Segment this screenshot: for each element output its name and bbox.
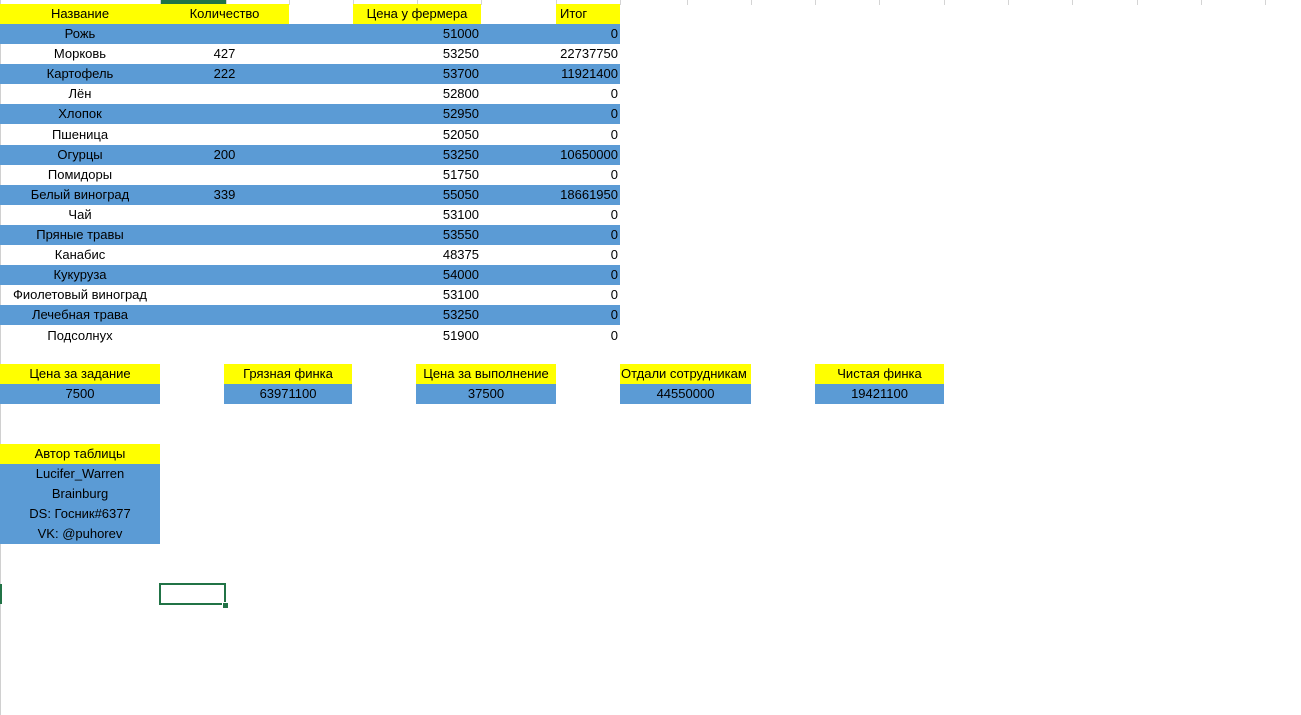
active-cell-selection[interactable] [159,583,226,605]
row-total-cell[interactable]: 10650000 [481,145,620,165]
row-total-cell[interactable]: 0 [481,265,620,285]
row-quantity-cell[interactable] [160,125,289,145]
header-quantity[interactable]: Количество [160,4,289,24]
row-quantity-cell[interactable]: 339 [160,185,289,205]
row-quantity-cell[interactable]: 200 [160,145,289,165]
row-name-cell[interactable]: Подсолнух [0,326,160,346]
column-gridline [1201,0,1202,5]
row-quantity-cell[interactable] [160,305,289,325]
row-total-cell[interactable]: 0 [481,104,620,124]
gross-value[interactable]: 63971100 [224,384,352,404]
row-price-cell[interactable]: 53250 [353,305,481,325]
row-quantity-cell[interactable] [160,326,289,346]
row-quantity-cell[interactable] [160,165,289,185]
author-line-3[interactable]: DS: Госник#6377 [0,504,160,524]
row-total-cell[interactable]: 0 [481,245,620,265]
column-gridline [1137,0,1138,5]
exec-price-label[interactable]: Цена за выполнение [416,364,556,384]
row-price-cell[interactable]: 55050 [353,185,481,205]
header-price[interactable]: Цена у фермера [353,4,481,24]
row-total-cell[interactable]: 22737750 [481,44,620,64]
row-quantity-cell[interactable] [160,104,289,124]
row-name-cell[interactable]: Картофель [0,64,160,84]
column-gridline [879,0,880,5]
author-line-4[interactable]: VK: @puhorev [0,524,160,544]
row-price-cell[interactable]: 51750 [353,165,481,185]
row-name-cell[interactable]: Белый виноград [0,185,160,205]
row-total-cell[interactable]: 0 [481,125,620,145]
author-line-1[interactable]: Lucifer_Warren [0,464,160,484]
row-total-cell[interactable]: 11921400 [481,64,620,84]
row-quantity-cell[interactable] [160,265,289,285]
row-name-cell[interactable]: Фиолетовый виноград [0,285,160,305]
row-price-cell[interactable]: 54000 [353,265,481,285]
row-total-cell[interactable]: 0 [481,24,620,44]
header-name[interactable]: Название [0,4,160,24]
column-gridline [289,0,290,5]
row-quantity-cell[interactable] [160,24,289,44]
header-total[interactable]: Итог [556,4,620,24]
row-price-cell[interactable]: 53250 [353,44,481,64]
row-price-cell[interactable]: 51900 [353,326,481,346]
row-total-cell[interactable]: 0 [481,285,620,305]
fill-handle[interactable] [222,602,229,609]
row-name-cell[interactable]: Помидоры [0,165,160,185]
column-gridline [1008,0,1009,5]
row-quantity-cell[interactable] [160,225,289,245]
row-name-cell[interactable]: Канабис [0,245,160,265]
row-price-cell[interactable]: 53700 [353,64,481,84]
row-name-cell[interactable]: Лечебная трава [0,305,160,325]
row-name-cell[interactable]: Пряные травы [0,225,160,245]
row-total-cell[interactable]: 18661950 [481,185,620,205]
row-name-cell[interactable]: Хлопок [0,104,160,124]
row-price-cell[interactable]: 48375 [353,245,481,265]
row-price-cell[interactable]: 52950 [353,104,481,124]
row-price-cell[interactable]: 53250 [353,145,481,165]
row-quantity-cell[interactable] [160,245,289,265]
column-gridline [481,0,482,5]
row-total-cell[interactable]: 0 [481,205,620,225]
net-value[interactable]: 19421100 [815,384,944,404]
row-quantity-cell[interactable] [160,205,289,225]
row-price-cell[interactable]: 52800 [353,84,481,104]
row-quantity-cell[interactable] [160,285,289,305]
paid-staff-value[interactable]: 44550000 [620,384,751,404]
exec-price-value[interactable]: 37500 [416,384,556,404]
row-quantity-cell[interactable] [160,84,289,104]
row-total-cell[interactable]: 0 [481,84,620,104]
gross-label[interactable]: Грязная финка [224,364,352,384]
author-label[interactable]: Автор таблицы [0,444,160,464]
column-gridline [1265,0,1266,5]
row-price-cell[interactable]: 52050 [353,125,481,145]
column-gridline [620,0,621,5]
row-name-cell[interactable]: Лён [0,84,160,104]
row-total-cell[interactable]: 0 [481,305,620,325]
row-price-cell[interactable]: 53100 [353,205,481,225]
task-price-value[interactable]: 7500 [0,384,160,404]
paid-staff-label[interactable]: Отдали сотрудникам [620,364,751,384]
column-gridline [1072,0,1073,5]
row-name-cell[interactable]: Кукуруза [0,265,160,285]
row-name-cell[interactable]: Чай [0,205,160,225]
row-name-cell[interactable]: Пшеница [0,125,160,145]
net-label[interactable]: Чистая финка [815,364,944,384]
column-gridline [751,0,752,5]
author-line-2[interactable]: Brainburg [0,484,160,504]
selected-row-indicator [0,584,2,604]
column-gridline [815,0,816,5]
row-price-cell[interactable]: 53100 [353,285,481,305]
row-total-cell[interactable]: 0 [481,165,620,185]
row-price-cell[interactable]: 53550 [353,225,481,245]
row-quantity-cell[interactable]: 222 [160,64,289,84]
row-quantity-cell[interactable]: 427 [160,44,289,64]
row-total-cell[interactable]: 0 [481,225,620,245]
row-total-cell[interactable]: 0 [481,326,620,346]
row-name-cell[interactable]: Рожь [0,24,160,44]
column-gridline [944,0,945,5]
column-gridline [687,0,688,5]
row-price-cell[interactable]: 51000 [353,24,481,44]
row-name-cell[interactable]: Огурцы [0,145,160,165]
row-name-cell[interactable]: Морковь [0,44,160,64]
task-price-label[interactable]: Цена за задание [0,364,160,384]
